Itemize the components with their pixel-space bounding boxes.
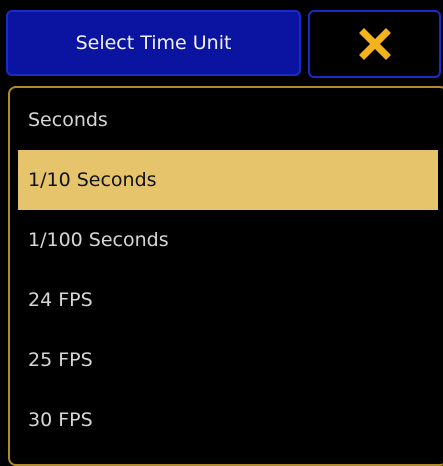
close-button[interactable]: [308, 10, 441, 78]
list-item-1-10-seconds[interactable]: 1/10 Seconds: [18, 150, 438, 210]
list-item-24-fps[interactable]: 24 FPS: [18, 270, 438, 330]
list-item-label: 1/100 Seconds: [28, 229, 169, 251]
time-unit-list: Seconds 1/10 Seconds 1/100 Seconds 24 FP…: [8, 86, 443, 466]
close-icon: [358, 28, 391, 60]
title-label: Select Time Unit: [75, 32, 232, 54]
list-item-label: 30 FPS: [28, 409, 93, 431]
list-item-label: 24 FPS: [28, 289, 93, 311]
list-item-label: Seconds: [28, 109, 108, 131]
list-item-1-100-seconds[interactable]: 1/100 Seconds: [18, 210, 438, 270]
list-item-seconds[interactable]: Seconds: [18, 90, 438, 150]
title-button: Select Time Unit: [6, 10, 301, 76]
list-item-30-fps[interactable]: 30 FPS: [18, 390, 438, 450]
list-item-label: 1/10 Seconds: [28, 169, 157, 191]
list-item-25-fps[interactable]: 25 FPS: [18, 330, 438, 390]
list-item-label: 25 FPS: [28, 349, 93, 371]
